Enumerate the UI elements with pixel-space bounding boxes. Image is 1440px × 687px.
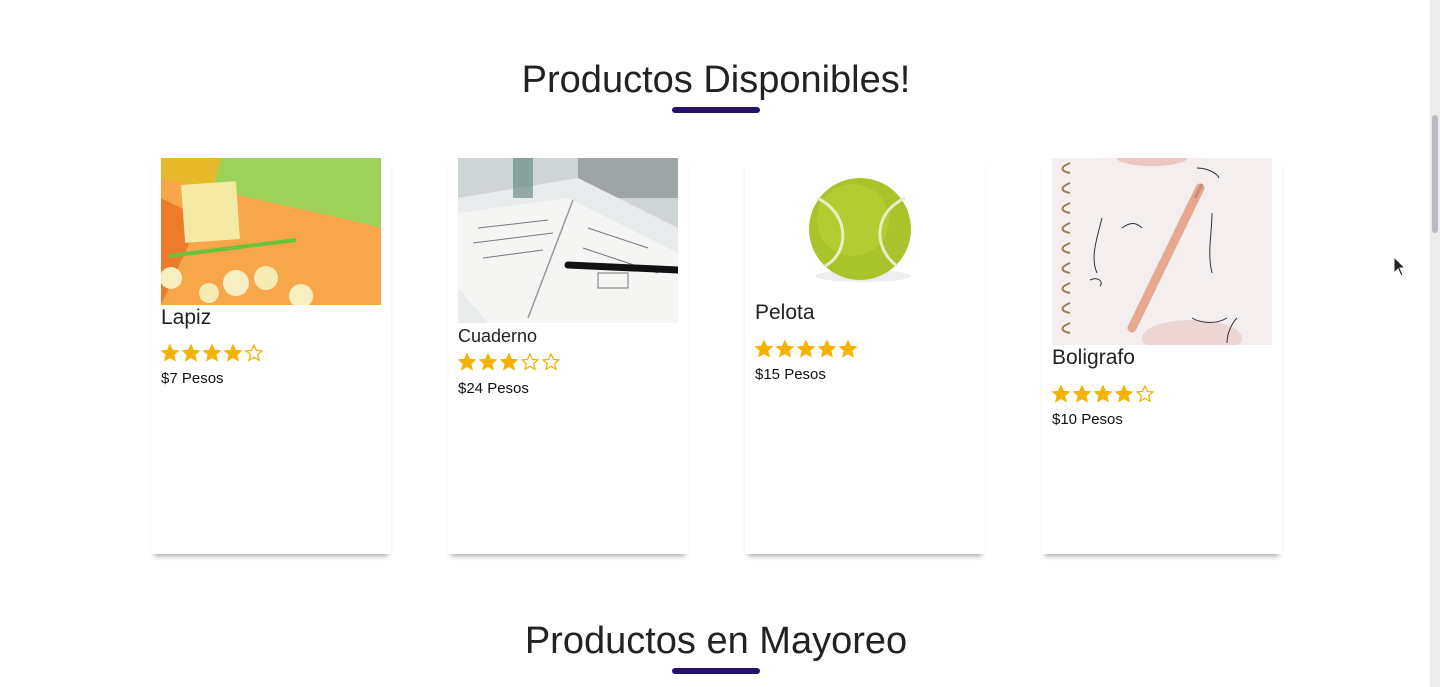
product-name: Lapiz [161, 306, 212, 329]
product-name: Boligrafo [1052, 346, 1135, 369]
product-card-pelota[interactable]: Pelota $15 Pesos [745, 158, 985, 554]
star-filled-icon [1073, 385, 1091, 403]
product-card-lapiz[interactable]: Lapiz $7 Pesos [151, 158, 391, 554]
star-filled-icon [224, 344, 242, 362]
star-filled-icon [203, 344, 221, 362]
star-filled-icon [500, 353, 518, 371]
star-filled-icon [1052, 385, 1070, 403]
star-filled-icon [182, 344, 200, 362]
product-name: Pelota [755, 301, 815, 324]
product-card-cuaderno[interactable]: Cuaderno $24 Pesos [448, 158, 688, 554]
product-price: $10 Pesos [1052, 411, 1123, 428]
product-image-boligrafo [1052, 158, 1272, 345]
product-rating [458, 353, 560, 371]
star-empty-icon [245, 344, 263, 362]
product-image-lapiz [161, 158, 381, 305]
product-rating [1052, 385, 1154, 403]
product-image-pelota [755, 158, 975, 300]
product-rating [755, 340, 857, 358]
product-rating [161, 344, 263, 362]
star-filled-icon [797, 340, 815, 358]
product-price: $24 Pesos [458, 380, 529, 397]
scrollbar-thumb[interactable] [1432, 115, 1438, 233]
title-underline [672, 668, 760, 674]
page: Productos Disponibles! Lapiz $7 Pesos Cu… [0, 0, 1440, 687]
section-title-available: Productos Disponibles! [521, 59, 911, 101]
star-filled-icon [818, 340, 836, 358]
star-filled-icon [839, 340, 857, 358]
star-filled-icon [479, 353, 497, 371]
product-price: $15 Pesos [755, 366, 826, 383]
star-filled-icon [1115, 385, 1133, 403]
product-card-boligrafo[interactable]: Boligrafo $10 Pesos [1042, 158, 1282, 554]
section-title-wholesale: Productos en Mayoreo [524, 620, 908, 662]
star-filled-icon [755, 340, 773, 358]
product-image-cuaderno [458, 158, 678, 323]
product-price: $7 Pesos [161, 370, 224, 387]
star-filled-icon [458, 353, 476, 371]
mouse-cursor-icon [1393, 255, 1407, 283]
star-filled-icon [161, 344, 179, 362]
product-name: Cuaderno [458, 326, 538, 346]
star-filled-icon [1094, 385, 1112, 403]
star-filled-icon [776, 340, 794, 358]
vertical-scrollbar[interactable] [1430, 0, 1440, 687]
star-empty-icon [1136, 385, 1154, 403]
star-empty-icon [542, 353, 560, 371]
title-underline [672, 107, 760, 113]
star-empty-icon [521, 353, 539, 371]
